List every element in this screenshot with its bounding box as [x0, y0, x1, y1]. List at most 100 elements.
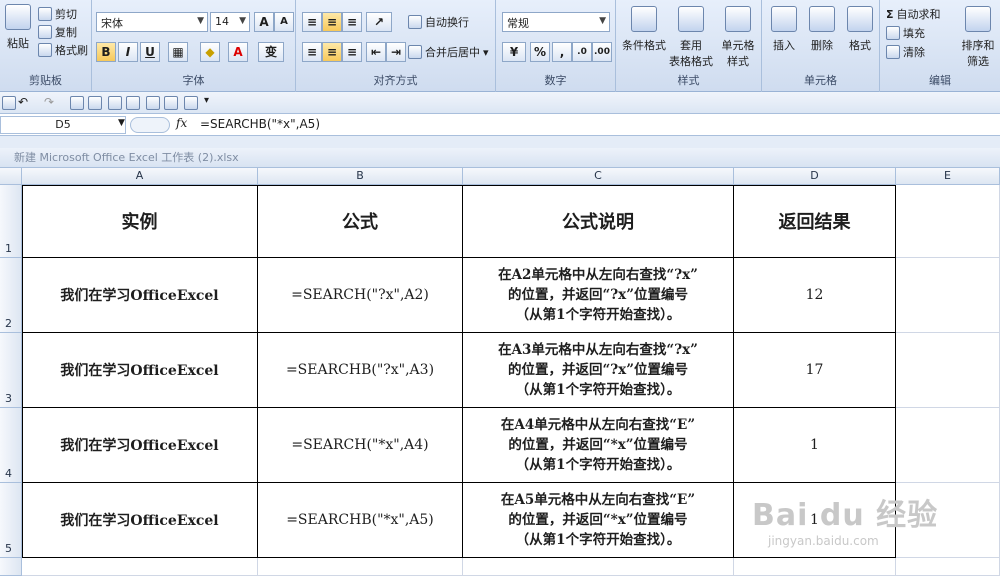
cell-b3[interactable]: =SEARCHB("?x",A3) — [258, 333, 463, 408]
currency-button[interactable]: ¥ — [502, 42, 526, 62]
cell-a3[interactable]: 我们在学习OfficeExcel — [22, 333, 258, 408]
header-cell-result[interactable]: 返回结果 — [734, 185, 896, 258]
sigma-icon: Σ — [886, 7, 894, 21]
conditional-format-button[interactable]: 条件格式 — [620, 6, 668, 53]
phonetic-button[interactable]: 变 — [258, 42, 284, 62]
column-header-d[interactable]: D — [734, 168, 896, 185]
orientation-button[interactable]: ↗ — [366, 12, 392, 32]
header-cell-example[interactable]: 实例 — [22, 185, 258, 258]
cell-c6[interactable] — [463, 558, 734, 576]
undo-icon[interactable]: ↶ — [18, 95, 28, 109]
italic-button[interactable]: I — [118, 42, 138, 62]
format-button[interactable]: 格式 — [842, 6, 878, 53]
grid-icon[interactable] — [108, 96, 122, 110]
cell-a4[interactable]: 我们在学习OfficeExcel — [22, 408, 258, 483]
header-cell-formula[interactable]: 公式 — [258, 185, 463, 258]
cell-d3[interactable]: 17 — [734, 333, 896, 408]
save-icon[interactable] — [2, 96, 16, 110]
column-header-a[interactable]: A — [22, 168, 258, 185]
watermark-brand: Bai du 经验 — [752, 498, 939, 533]
formula-input[interactable]: =SEARCHB("*x",A5) — [200, 116, 320, 134]
name-box[interactable]: D5 — [0, 116, 126, 134]
format-painter-button[interactable]: 格式刷 — [38, 42, 88, 58]
bold-button[interactable]: B — [96, 42, 116, 62]
percent-button[interactable]: % — [530, 42, 550, 62]
increase-indent-button[interactable]: ⇥ — [386, 42, 406, 62]
row-header-4[interactable]: 4 — [0, 408, 22, 483]
underline-button[interactable]: U — [140, 42, 160, 62]
table-format-button[interactable]: 套用 表格格式 — [668, 6, 714, 69]
column-header-b[interactable]: B — [258, 168, 463, 185]
paste-button[interactable]: 粘贴 — [4, 4, 32, 51]
table-icon[interactable] — [164, 96, 178, 110]
align-right-button[interactable]: ≡ — [342, 42, 362, 62]
row-header-1[interactable]: 1 — [0, 185, 22, 258]
fill-button[interactable]: 填充 — [886, 25, 925, 41]
cell-e4[interactable] — [896, 408, 1000, 483]
cell-b4[interactable]: =SEARCH("*x",A4) — [258, 408, 463, 483]
merge-center-button[interactable]: 合并后居中 ▾ — [408, 44, 489, 60]
sort-filter-button[interactable]: 排序和 筛选 — [958, 6, 998, 69]
increase-decimal-button[interactable]: .0 — [572, 42, 592, 62]
cell-style-button[interactable]: 单元格 样式 — [716, 6, 760, 69]
fill-color-button[interactable]: ◆ — [200, 42, 220, 62]
print-preview-icon[interactable] — [70, 96, 84, 110]
fx-button[interactable]: fx — [176, 116, 187, 130]
cell-e6[interactable] — [896, 558, 1000, 576]
shrink-font-button[interactable]: A — [274, 12, 294, 32]
decrease-decimal-button[interactable]: .00 — [592, 42, 612, 62]
comma-button[interactable]: , — [552, 42, 572, 62]
font-name-select[interactable]: 宋体 ▼ — [96, 12, 208, 32]
customize-chevron-icon[interactable]: ▾ — [204, 95, 209, 106]
cell-c5[interactable]: 在A5单元格中从左向右查找“E” 的位置，并返回“*x”位置编号 （从第1个字符… — [463, 483, 734, 558]
border-button[interactable]: ▦ — [168, 42, 188, 62]
select-all-corner[interactable] — [0, 168, 22, 185]
wrap-text-button[interactable]: 自动换行 — [408, 14, 469, 30]
cell-a2[interactable]: 我们在学习OfficeExcel — [22, 258, 258, 333]
font-color-button[interactable]: A — [228, 42, 248, 62]
cell-a5[interactable]: 我们在学习OfficeExcel — [22, 483, 258, 558]
row-header-6[interactable] — [0, 558, 22, 576]
cell-d4[interactable]: 1 — [734, 408, 896, 483]
clear-button[interactable]: 清除 — [886, 44, 925, 60]
redo-icon[interactable]: ↷ — [44, 95, 54, 109]
cell-c2[interactable]: 在A2单元格中从左向右查找“?x” 的位置，并返回“?x”位置编号 （从第1个字… — [463, 258, 734, 333]
grow-font-button[interactable]: A — [254, 12, 274, 32]
align-center-button[interactable]: ≡ — [322, 42, 342, 62]
cell-a6[interactable] — [22, 558, 258, 576]
chevron-down-icon[interactable]: ▼ — [118, 118, 125, 128]
cell-d6[interactable] — [734, 558, 896, 576]
number-format-select[interactable]: 常规 ▼ — [502, 12, 610, 32]
align-bottom-button[interactable]: ≡ — [342, 12, 362, 32]
autosum-button[interactable]: Σ 自动求和 — [886, 6, 941, 22]
copy-button[interactable]: 复制 — [38, 24, 77, 40]
cell-d2[interactable]: 12 — [734, 258, 896, 333]
decrease-indent-button[interactable]: ⇤ — [366, 42, 386, 62]
column-header-e[interactable]: E — [896, 168, 1000, 185]
align-left-button[interactable]: ≡ — [302, 42, 322, 62]
image-icon[interactable] — [146, 96, 160, 110]
header-cell-description[interactable]: 公式说明 — [463, 185, 734, 258]
align-top-button[interactable]: ≡ — [302, 12, 322, 32]
row-header-2[interactable]: 2 — [0, 258, 22, 333]
cell-e3[interactable] — [896, 333, 1000, 408]
row-header-3[interactable]: 3 — [0, 333, 22, 408]
cell-e2[interactable] — [896, 258, 1000, 333]
align-middle-button[interactable]: ≡ — [322, 12, 342, 32]
insert-button[interactable]: 插入 — [766, 6, 802, 53]
delete-button[interactable]: 删除 — [804, 6, 840, 53]
cell-b2[interactable]: =SEARCH("?x",A2) — [258, 258, 463, 333]
column-header-c[interactable]: C — [463, 168, 734, 185]
cell-c3[interactable]: 在A3单元格中从左向右查找“?x” 的位置，并返回“?x”位置编号 （从第1个字… — [463, 333, 734, 408]
layout-icon[interactable] — [126, 96, 140, 110]
font-size-select[interactable]: 14 ▼ — [210, 12, 250, 32]
cell-b6[interactable] — [258, 558, 463, 576]
cell-b5[interactable]: =SEARCHB("*x",A5) — [258, 483, 463, 558]
new-file-icon[interactable] — [88, 96, 102, 110]
chart-icon[interactable] — [184, 96, 198, 110]
cell-c4[interactable]: 在A4单元格中从左向右查找“E” 的位置，并返回“*x”位置编号 （从第1个字符… — [463, 408, 734, 483]
formula-bar-expand-handle[interactable] — [130, 117, 170, 133]
cell-e1[interactable] — [896, 185, 1000, 258]
row-header-5[interactable]: 5 — [0, 483, 22, 558]
cut-button[interactable]: 剪切 — [38, 6, 77, 22]
